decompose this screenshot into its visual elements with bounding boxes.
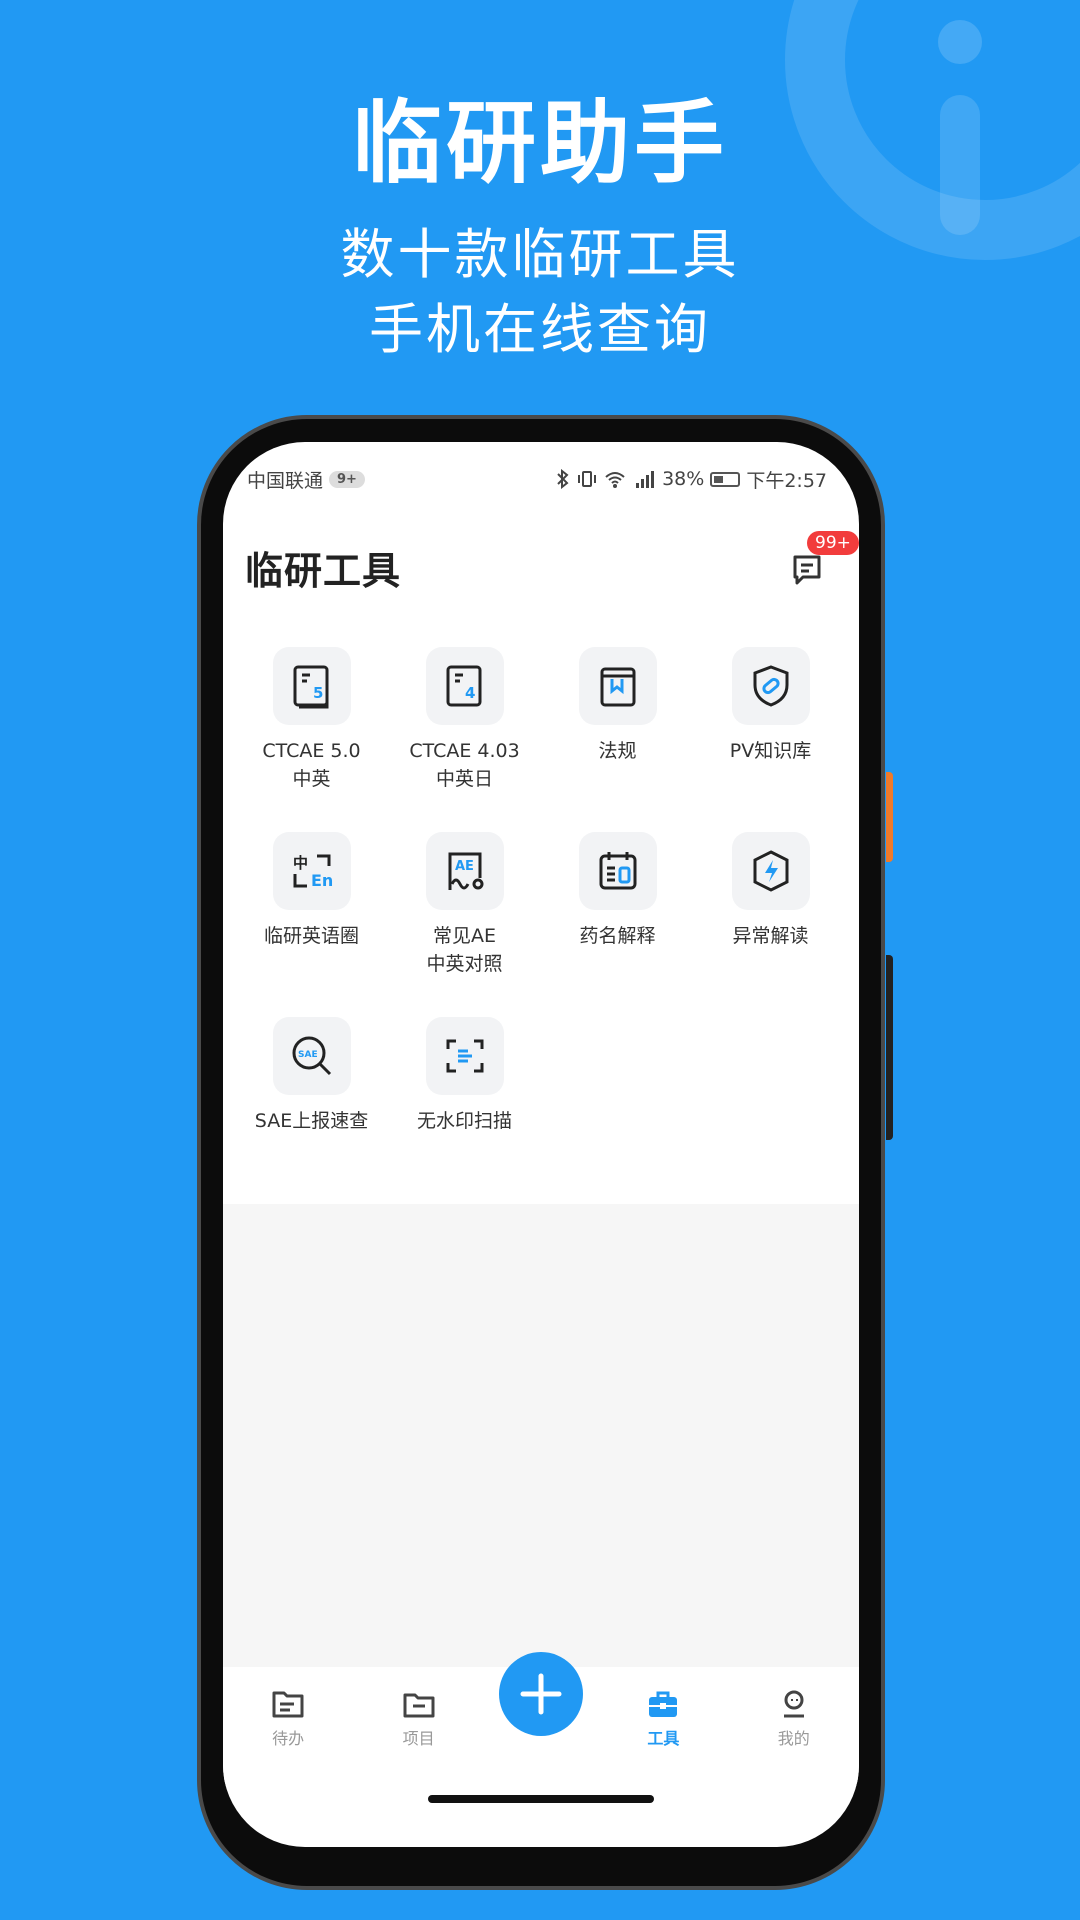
bookmark-book-icon xyxy=(578,647,657,725)
tool-drug-names[interactable]: 药名解释 xyxy=(541,832,694,987)
plus-icon xyxy=(520,1673,562,1715)
tool-label: SAE上报速查 xyxy=(254,1110,369,1132)
tool-label: CTCAE 5.0 中英 xyxy=(262,740,361,790)
message-button[interactable]: 99+ xyxy=(789,531,859,591)
tab-label: 项目 xyxy=(402,1729,435,1748)
status-time: 下午2:57 xyxy=(746,469,827,492)
hero-subtitle-line2: 手机在线查询 xyxy=(369,298,711,361)
book-5-icon: 5 xyxy=(272,647,351,725)
shield-pill-icon xyxy=(731,647,810,725)
tab-label: 我的 xyxy=(777,1729,810,1748)
tool-sae-lookup[interactable]: SAE SAE上报速查 xyxy=(235,1017,388,1172)
tool-label: 法规 xyxy=(598,740,637,762)
bluetooth-icon xyxy=(557,469,569,489)
battery-percent: 38% xyxy=(662,468,705,490)
drug-calendar-icon xyxy=(578,832,657,910)
hero-title: 临研助手 xyxy=(352,91,728,196)
phone-screen: 中国联通 9+ 38% 下午2:57 临研工具 99+ 5 CTCAE 5.0 … xyxy=(223,442,859,1847)
scan-icon xyxy=(425,1017,504,1095)
ae-document-icon: AE xyxy=(425,832,504,910)
tool-label: 无水印扫描 xyxy=(416,1110,512,1132)
tool-label: CTCAE 4.03 中英日 xyxy=(409,740,520,790)
tool-regulations[interactable]: 法规 xyxy=(541,647,694,802)
svg-text:中: 中 xyxy=(293,854,308,872)
vibrate-icon xyxy=(578,471,597,487)
tool-label: PV知识库 xyxy=(729,740,812,762)
toolbox-icon xyxy=(649,1691,678,1717)
tab-projects[interactable]: 项目 xyxy=(369,1689,469,1749)
phone-power-button xyxy=(886,955,893,1140)
tool-watermark-free-scan[interactable]: 无水印扫描 xyxy=(388,1017,541,1172)
page-title: 临研工具 xyxy=(245,548,402,593)
tool-common-ae[interactable]: AE 常见AE 中英对照 xyxy=(388,832,541,987)
svg-text:SAE: SAE xyxy=(298,1050,318,1060)
book-4-icon: 4 xyxy=(425,647,504,725)
tool-label: 异常解读 xyxy=(732,925,809,947)
tool-ctcae-5[interactable]: 5 CTCAE 5.0 中英 xyxy=(235,647,388,802)
tab-label: 工具 xyxy=(647,1729,680,1748)
tool-pv-knowledge[interactable]: PV知识库 xyxy=(694,647,847,802)
tool-label: 药名解释 xyxy=(579,925,656,947)
notification-badge: 9+ xyxy=(329,470,365,488)
signal-icon xyxy=(636,471,655,488)
svg-text:AE: AE xyxy=(455,859,474,874)
carrier-name: 中国联通 xyxy=(247,469,324,492)
lightning-shield-icon xyxy=(731,832,810,910)
sae-search-icon: SAE xyxy=(272,1017,351,1095)
add-button[interactable] xyxy=(499,1652,583,1736)
tool-english-circle[interactable]: 中 En 临研英语圈 xyxy=(235,832,388,987)
tool-label: 临研英语圈 xyxy=(263,925,359,947)
hero-subtitle-line1: 数十款临研工具 xyxy=(340,223,740,286)
page-header: 临研工具 99+ xyxy=(245,531,859,602)
tool-grid: 5 CTCAE 5.0 中英 4 CTCAE 4.03 中英日 法规 PV知识库 xyxy=(223,647,859,1172)
home-indicator xyxy=(428,1795,654,1803)
status-bar: 中国联通 9+ 38% 下午2:57 xyxy=(223,442,859,500)
message-badge: 99+ xyxy=(807,531,859,555)
tab-tools[interactable]: 工具 xyxy=(613,1689,713,1749)
wifi-icon xyxy=(605,472,625,488)
todo-icon xyxy=(272,1691,304,1718)
svg-text:4: 4 xyxy=(465,684,475,702)
phone-side-button xyxy=(886,772,893,862)
tool-ctcae-4[interactable]: 4 CTCAE 4.03 中英日 xyxy=(388,647,541,802)
translate-icon: 中 En xyxy=(272,832,351,910)
tool-abnormal-interpretation[interactable]: 异常解读 xyxy=(694,832,847,987)
tab-label: 待办 xyxy=(272,1729,305,1748)
profile-icon xyxy=(783,1690,804,1718)
tab-mine[interactable]: 我的 xyxy=(744,1689,844,1749)
folder-icon xyxy=(403,1693,435,1718)
empty-content-area xyxy=(223,1204,859,1674)
svg-text:En: En xyxy=(311,871,333,890)
battery-icon xyxy=(710,471,741,487)
tool-label: 常见AE 中英对照 xyxy=(426,925,503,975)
svg-text:5: 5 xyxy=(313,684,323,702)
tab-todo[interactable]: 待办 xyxy=(238,1689,338,1749)
message-icon xyxy=(793,555,821,585)
